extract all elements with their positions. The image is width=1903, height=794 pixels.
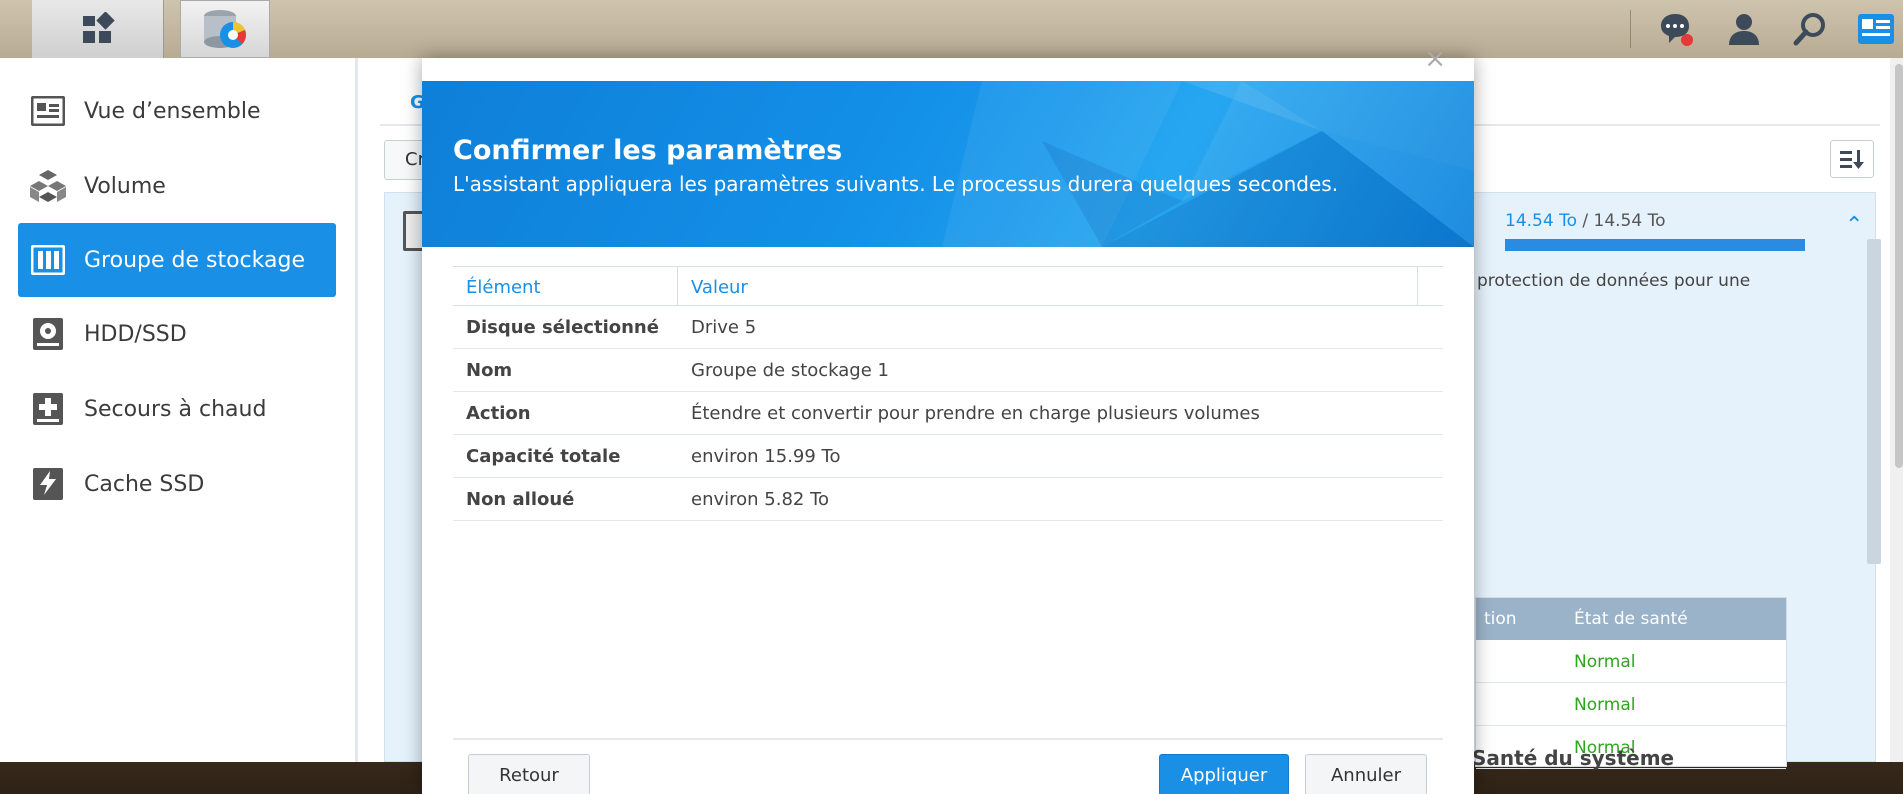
dialog-subtitle: L'assistant appliquera les paramètres su… bbox=[453, 172, 1339, 196]
taskbar bbox=[0, 0, 1903, 58]
table-row: Non alloué environ 5.82 To bbox=[453, 478, 1443, 521]
sidebar-item-overview[interactable]: Vue d’ensemble bbox=[18, 74, 336, 148]
table-row[interactable]: Normal bbox=[1476, 683, 1786, 726]
capacity-bar bbox=[1505, 239, 1805, 251]
dialog-title: Confirmer les paramètres bbox=[453, 135, 843, 166]
panel-scrollbar[interactable] bbox=[1867, 239, 1881, 564]
hot-spare-icon bbox=[30, 391, 66, 427]
settings-table-header: Élément Valeur bbox=[453, 266, 1443, 306]
column-header-value[interactable]: Valeur bbox=[678, 267, 1418, 305]
disk-col-partial: tion bbox=[1484, 609, 1517, 629]
sort-icon bbox=[1840, 150, 1864, 169]
search-button[interactable] bbox=[1790, 9, 1830, 49]
sidebar-item-ssd-cache[interactable]: Cache SSD bbox=[18, 447, 336, 521]
pool-description: protection de données pour une bbox=[1477, 271, 1751, 291]
column-header-element[interactable]: Élément bbox=[453, 267, 678, 305]
hdd-icon bbox=[30, 316, 66, 352]
apply-button[interactable]: Appliquer bbox=[1159, 754, 1289, 794]
row-key: Capacité totale bbox=[466, 446, 621, 467]
user-icon bbox=[1729, 14, 1759, 45]
capacity-separator: / bbox=[1576, 211, 1594, 231]
row-value: Drive 5 bbox=[691, 317, 757, 338]
ssd-cache-icon bbox=[30, 466, 66, 502]
main-menu-icon bbox=[82, 12, 115, 43]
taskbar-separator bbox=[1630, 10, 1631, 48]
row-key: Non alloué bbox=[466, 489, 575, 510]
storage-pool-icon bbox=[30, 242, 66, 278]
table-row: Action Étendre et convertir pour prendre … bbox=[453, 392, 1443, 435]
disk-table: tion État de santé Normal Normal Normal bbox=[1475, 597, 1787, 769]
widgets-button[interactable] bbox=[1856, 9, 1896, 49]
column-header-label: Valeur bbox=[691, 277, 748, 298]
row-key: Action bbox=[466, 403, 531, 424]
column-header-label: Élément bbox=[466, 277, 541, 298]
health-status: Normal bbox=[1574, 695, 1636, 715]
row-key: Disque sélectionné bbox=[466, 317, 659, 338]
window-scrollbar-thumb[interactable] bbox=[1895, 64, 1903, 468]
table-row[interactable]: Normal bbox=[1476, 640, 1786, 683]
sidebar-item-label: Groupe de stockage bbox=[84, 247, 305, 273]
row-value: Groupe de stockage 1 bbox=[691, 360, 889, 381]
storage-manager-taskbar-button[interactable] bbox=[180, 0, 270, 58]
settings-table: Élément Valeur Disque sélectionné Drive 5… bbox=[453, 266, 1443, 521]
health-status: Normal bbox=[1574, 652, 1636, 672]
disk-table-header: tion État de santé bbox=[1476, 598, 1786, 640]
system-health-title: Santé du système bbox=[1472, 746, 1675, 770]
row-value: Étendre et convertir pour prendre en cha… bbox=[691, 403, 1260, 424]
close-icon[interactable]: × bbox=[1424, 44, 1446, 74]
cancel-button[interactable]: Annuler bbox=[1305, 754, 1427, 794]
dialog-header: Confirmer les paramètres L'assistant app… bbox=[422, 81, 1474, 247]
disk-col-health: État de santé bbox=[1574, 609, 1688, 629]
footer-divider bbox=[453, 738, 1443, 740]
sidebar-item-label: Cache SSD bbox=[84, 471, 205, 497]
widgets-icon bbox=[1858, 14, 1894, 44]
capacity-total: 14.54 To bbox=[1593, 211, 1666, 231]
sidebar-item-label: Secours à chaud bbox=[84, 396, 267, 422]
table-row: Disque sélectionné Drive 5 bbox=[453, 306, 1443, 349]
overview-icon bbox=[30, 93, 66, 129]
table-row: Nom Groupe de stockage 1 bbox=[453, 349, 1443, 392]
notifications-button[interactable] bbox=[1656, 9, 1696, 49]
table-row: Capacité totale environ 15.99 To bbox=[453, 435, 1443, 478]
sidebar-item-label: HDD/SSD bbox=[84, 321, 187, 347]
sidebar-item-volume[interactable]: Volume bbox=[18, 149, 336, 223]
capacity-text: 14.54 To / 14.54 To bbox=[1505, 211, 1665, 231]
sidebar-item-label: Volume bbox=[84, 173, 166, 199]
sidebar-item-hdd-ssd[interactable]: HDD/SSD bbox=[18, 297, 336, 371]
row-value: environ 5.82 To bbox=[691, 489, 830, 510]
capacity-used: 14.54 To bbox=[1505, 211, 1577, 231]
storage-manager-icon bbox=[204, 10, 246, 48]
search-icon bbox=[1793, 13, 1825, 46]
collapse-chevron-up-icon[interactable]: ⌃ bbox=[1845, 213, 1863, 238]
sidebar-item-hot-spare[interactable]: Secours à chaud bbox=[18, 372, 336, 446]
volume-icon bbox=[30, 168, 66, 204]
main-menu-button[interactable] bbox=[32, 0, 164, 58]
sidebar-item-label: Vue d’ensemble bbox=[84, 98, 261, 124]
sidebar-item-storage-pool[interactable]: Groupe de stockage bbox=[18, 223, 336, 297]
sidebar: Vue d’ensemble Volume Groupe de stockage… bbox=[0, 58, 358, 762]
back-button[interactable]: Retour bbox=[468, 754, 590, 794]
row-key: Nom bbox=[466, 360, 513, 381]
confirm-settings-dialog: × Confirmer les paramètres L'assistant a… bbox=[422, 44, 1474, 794]
chat-notification-icon bbox=[1661, 14, 1693, 46]
user-button[interactable] bbox=[1724, 9, 1764, 49]
row-value: environ 15.99 To bbox=[691, 446, 841, 467]
sort-button[interactable] bbox=[1830, 140, 1874, 178]
